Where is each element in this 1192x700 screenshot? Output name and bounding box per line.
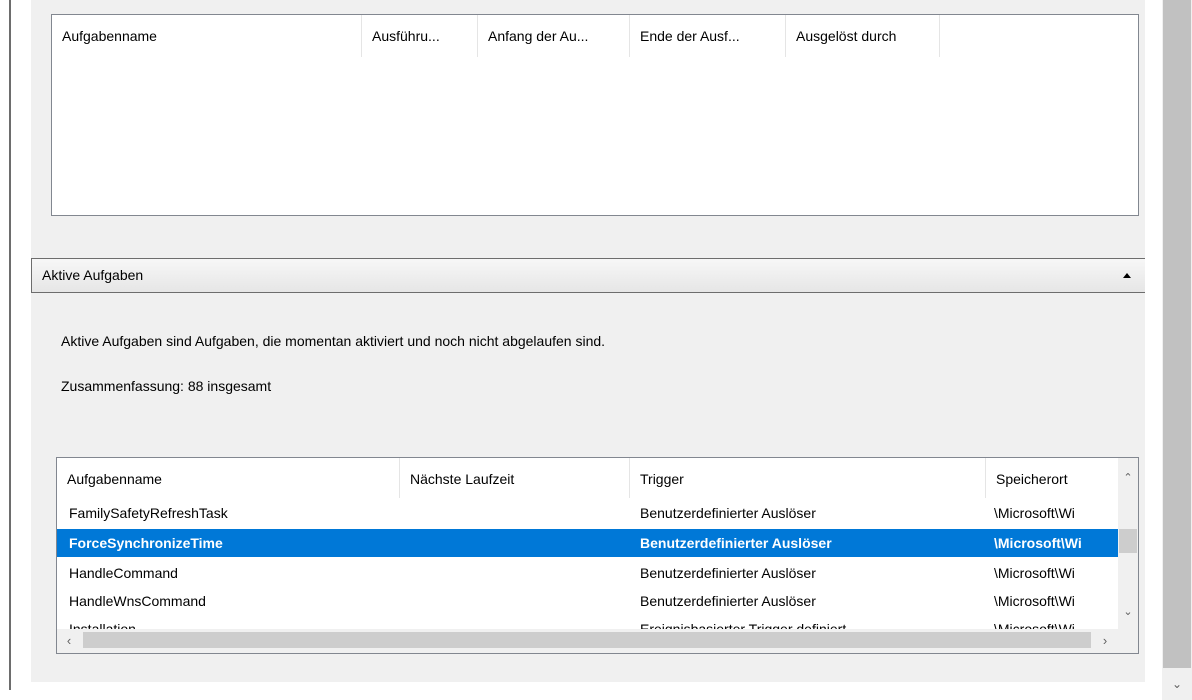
task-name-cell: ForceSynchronizeTime (69, 535, 223, 551)
column-header-triggered-by[interactable]: Ausgelöst durch (786, 15, 940, 57)
table-row[interactable]: HandleCommand Benutzerdefinierter Auslös… (57, 559, 1119, 587)
task-name-cell: FamilySafetyRefreshTask (69, 505, 228, 521)
task-name-cell: Installation (69, 621, 136, 629)
chevron-left-icon[interactable]: ‹ (61, 632, 77, 650)
column-header-location[interactable]: Speicherort (986, 458, 1119, 498)
table-row[interactable]: Installation Ereignisbasierter Trigger d… (57, 615, 1119, 629)
section-title: Aktive Aufgaben (42, 267, 144, 283)
active-tasks-header: Aufgabenname Nächste Laufzeit Trigger Sp… (57, 458, 1119, 498)
active-tasks-section-header[interactable]: Aktive Aufgaben (31, 258, 1145, 293)
vertical-scroll-thumb[interactable] (1119, 529, 1137, 553)
table-row-selected[interactable]: ForceSynchronizeTime Benutzerdefinierter… (57, 529, 1119, 557)
trigger-cell: Benutzerdefinierter Auslöser (640, 593, 816, 609)
active-tasks-rows: FamilySafetyRefreshTask Benutzerdefinier… (57, 499, 1119, 629)
vertical-scrollbar[interactable]: ⌃ ⌄ (1118, 458, 1138, 629)
window-frame-left (9, 0, 11, 690)
chevron-up-icon[interactable] (1123, 273, 1131, 278)
horizontal-scrollbar[interactable]: ‹ › (57, 629, 1119, 653)
column-header-end[interactable]: Ende der Ausf... (630, 15, 786, 57)
chevron-up-icon[interactable]: ⌃ (1122, 472, 1134, 484)
task-name-cell: HandleCommand (69, 565, 178, 581)
column-header-trigger[interactable]: Trigger (630, 458, 986, 498)
trigger-cell: Benutzerdefinierter Auslöser (640, 565, 816, 581)
task-history-header: Aufgabenname Ausführu... Anfang der Au..… (52, 15, 1138, 57)
scrollbar-corner (1118, 629, 1138, 653)
chevron-down-icon[interactable]: ⌄ (1122, 606, 1134, 618)
page-scroll-thumb[interactable] (1163, 0, 1191, 668)
task-scheduler-view: Aufgabenname Ausführu... Anfang der Au..… (0, 0, 1192, 700)
table-row[interactable]: FamilySafetyRefreshTask Benutzerdefinier… (57, 499, 1119, 527)
table-row[interactable]: HandleWnsCommand Benutzerdefinierter Aus… (57, 587, 1119, 615)
column-header-next-run[interactable]: Nächste Laufzeit (400, 458, 630, 498)
column-header-execution[interactable]: Ausführu... (362, 15, 478, 57)
column-header-start[interactable]: Anfang der Au... (478, 15, 630, 57)
column-header-task-name[interactable]: Aufgabenname (57, 458, 400, 498)
location-cell: \Microsoft\Wi (994, 621, 1075, 629)
task-history-list[interactable]: Aufgabenname Ausführu... Anfang der Au..… (51, 14, 1139, 216)
trigger-cell: Benutzerdefinierter Auslöser (640, 535, 832, 551)
section-summary: Zusammenfassung: 88 insgesamt (61, 378, 272, 394)
location-cell: \Microsoft\Wi (994, 593, 1075, 609)
active-tasks-list[interactable]: Aufgabenname Nächste Laufzeit Trigger Sp… (56, 457, 1139, 654)
chevron-down-icon[interactable]: ⌄ (1169, 676, 1185, 692)
trigger-cell: Benutzerdefinierter Auslöser (640, 505, 816, 521)
location-cell: \Microsoft\Wi (994, 505, 1075, 521)
task-name-cell: HandleWnsCommand (69, 593, 206, 609)
trigger-cell: Ereignisbasierter Trigger definiert (640, 621, 847, 629)
location-cell: \Microsoft\Wi (994, 565, 1075, 581)
horizontal-scroll-thumb[interactable] (83, 632, 1091, 648)
chevron-right-icon[interactable]: › (1097, 632, 1113, 650)
column-header-task-name[interactable]: Aufgabenname (52, 15, 362, 57)
section-description: Aktive Aufgaben sind Aufgaben, die momen… (61, 333, 606, 349)
page-scrollbar[interactable]: ⌄ (1162, 0, 1192, 700)
location-cell: \Microsoft\Wi (994, 535, 1082, 551)
